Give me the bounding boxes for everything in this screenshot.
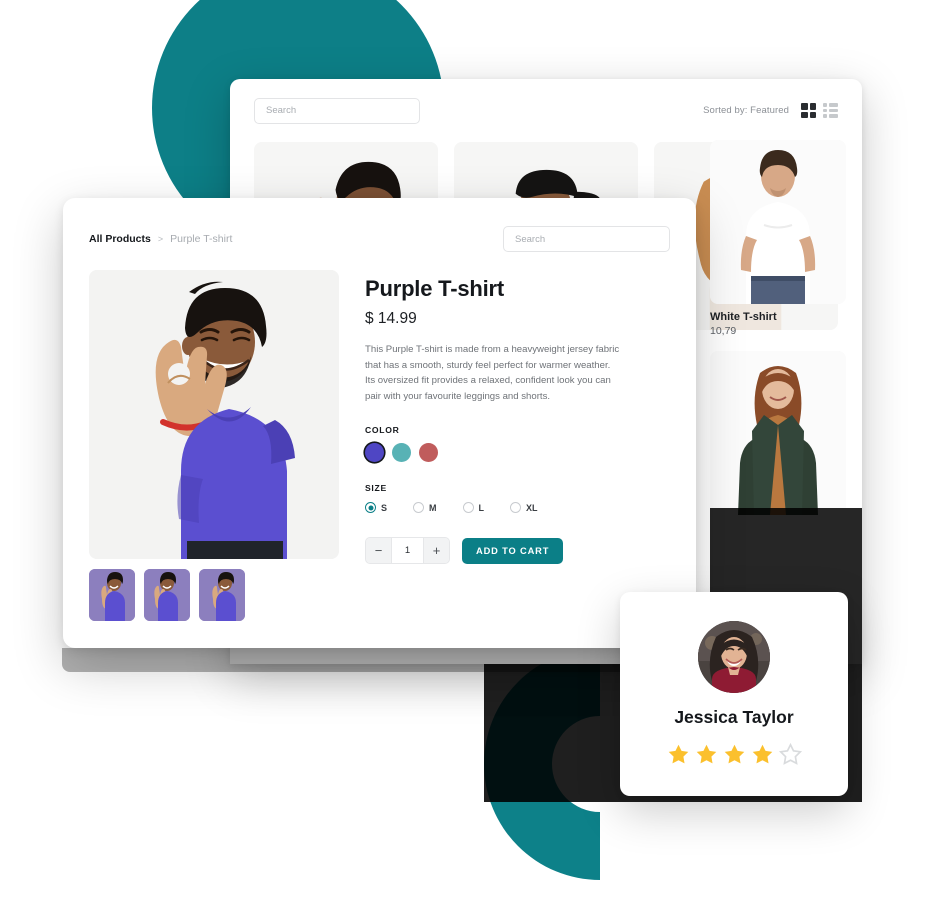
detail-search-input[interactable] [513, 232, 660, 246]
breadcrumb: All Products > Purple T-shirt [89, 233, 232, 245]
photo-man-purple-tshirt-ok-gesture [89, 270, 339, 559]
gallery-thumbnail[interactable] [199, 569, 245, 621]
quantity-value[interactable]: 1 [391, 538, 424, 564]
add-to-cart-button[interactable]: ADD TO CART [462, 537, 564, 564]
quantity-decrement-button[interactable]: − [366, 538, 391, 564]
radio-icon-xl[interactable] [510, 502, 522, 514]
thumb-photo-2 [144, 569, 190, 621]
size-label-s: S [381, 502, 388, 513]
grid-view-icon[interactable] [801, 103, 816, 118]
reviewer-card: Jessica Taylor [620, 592, 848, 796]
listing-card-image [710, 351, 846, 515]
avatar [698, 621, 770, 693]
product-gallery [89, 270, 339, 621]
listing-toolbar: Sorted by: Featured [230, 79, 862, 142]
size-option-label: SIZE [365, 483, 387, 494]
size-option-group: S M L XL [365, 502, 670, 514]
thumb-photo-1 [89, 569, 135, 621]
listing-card[interactable]: White T-shirt 10,79 [710, 140, 846, 337]
rating-stars [666, 742, 803, 767]
star-icon-filled-2 [696, 744, 716, 764]
size-option-xl[interactable]: XL [510, 502, 538, 514]
front-window-base-shadow [62, 648, 642, 672]
listing-card-price: 10,79 [710, 325, 737, 337]
product-detail-window: All Products > Purple T-shirt Search Pur… [63, 198, 696, 648]
star-icon-filled-3 [724, 744, 744, 764]
listing-card-image [710, 140, 846, 304]
breadcrumb-all-products[interactable]: All Products [89, 233, 151, 245]
size-option-l[interactable]: L [462, 502, 485, 514]
color-swatch-group [365, 443, 670, 463]
screenshot-stage: Sorted by: Featured [0, 0, 942, 901]
color-swatch-red[interactable] [419, 443, 438, 463]
reviewer-name: Jessica Taylor [674, 707, 794, 727]
size-option-m[interactable]: M [413, 502, 437, 514]
size-option-s[interactable]: S [365, 502, 388, 514]
product-description: This Purple T-shirt is made from a heavy… [365, 344, 620, 402]
product-title: Purple T-shirt [365, 276, 504, 301]
radio-icon-m[interactable] [413, 502, 425, 514]
radio-icon-l[interactable] [462, 502, 474, 514]
color-option-label: COLOR [365, 425, 400, 436]
photo-man-white-tshirt [710, 140, 846, 304]
listing-search-input[interactable] [264, 104, 410, 117]
quantity-increment-button[interactable]: + [424, 538, 449, 564]
gallery-thumbnails [89, 569, 339, 621]
star-icon-filled-4 [752, 744, 772, 764]
sort-label[interactable]: Sorted by: Featured [703, 105, 789, 116]
listing-right-column: White T-shirt 10,79 [710, 140, 846, 529]
listing-card-title: White T-shirt [710, 311, 777, 323]
list-view-icon[interactable] [823, 103, 838, 118]
breadcrumb-current: Purple T-shirt [170, 233, 233, 245]
color-swatch-teal[interactable] [392, 443, 411, 463]
listing-search-box[interactable] [254, 97, 420, 124]
radio-icon-s[interactable] [365, 502, 376, 514]
quantity-stepper: − 1 + [365, 537, 450, 565]
thumb-photo-3 [199, 569, 245, 621]
detail-search-box[interactable] [503, 226, 670, 252]
size-label-l: L [478, 502, 485, 513]
product-details: Purple T-shirt $ 14.99 This Purple T-shi… [365, 270, 670, 621]
photo-jessica-taylor [698, 621, 770, 693]
gallery-thumbnail[interactable] [144, 569, 190, 621]
purchase-row: − 1 + ADD TO CART [365, 537, 670, 565]
size-label-m: M [429, 502, 437, 513]
size-label-xl: XL [526, 502, 538, 513]
product-price: $ 14.99 [365, 310, 417, 327]
color-swatch-purple[interactable] [365, 443, 384, 463]
view-toggle-group [801, 103, 838, 118]
photo-woman-green-jacket [710, 351, 846, 515]
product-hero-image[interactable] [89, 270, 339, 559]
star-icon-filled-1 [668, 744, 688, 764]
star-icon-empty-5 [778, 742, 802, 765]
breadcrumb-separator-icon: > [157, 234, 164, 244]
listing-card[interactable] [710, 351, 846, 515]
gallery-thumbnail[interactable] [89, 569, 135, 621]
